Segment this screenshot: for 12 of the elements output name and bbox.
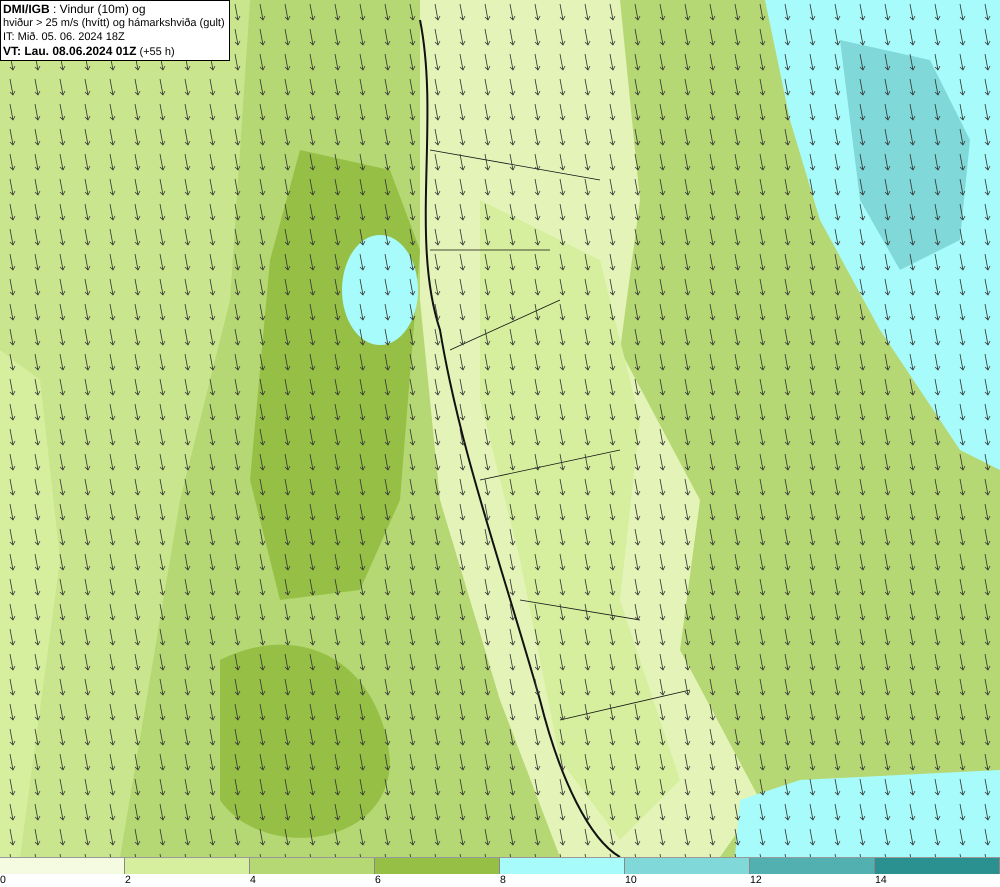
info-text: DMI/IGB : Vindur (10m) og (3, 2, 146, 16)
scale-label: 10 (625, 874, 637, 887)
scale-label: 4 (250, 874, 256, 887)
info-text: hviður > 25 m/s (hvítt) og hámarkshviða (gult) (3, 16, 225, 30)
info-text: VT: Lau. 08.06.2024 01Z (+55 h) (3, 44, 175, 59)
info-text: IT: Mið. 05. 06. 2024 18Z (3, 30, 125, 44)
scale-label: 14 (875, 874, 887, 887)
scale-label: 12 (750, 874, 762, 887)
scale-label: 8 (500, 874, 506, 887)
scale-label: 0 (0, 874, 6, 887)
scale-label: 2 (125, 874, 131, 887)
scale-label: 6 (375, 874, 381, 887)
